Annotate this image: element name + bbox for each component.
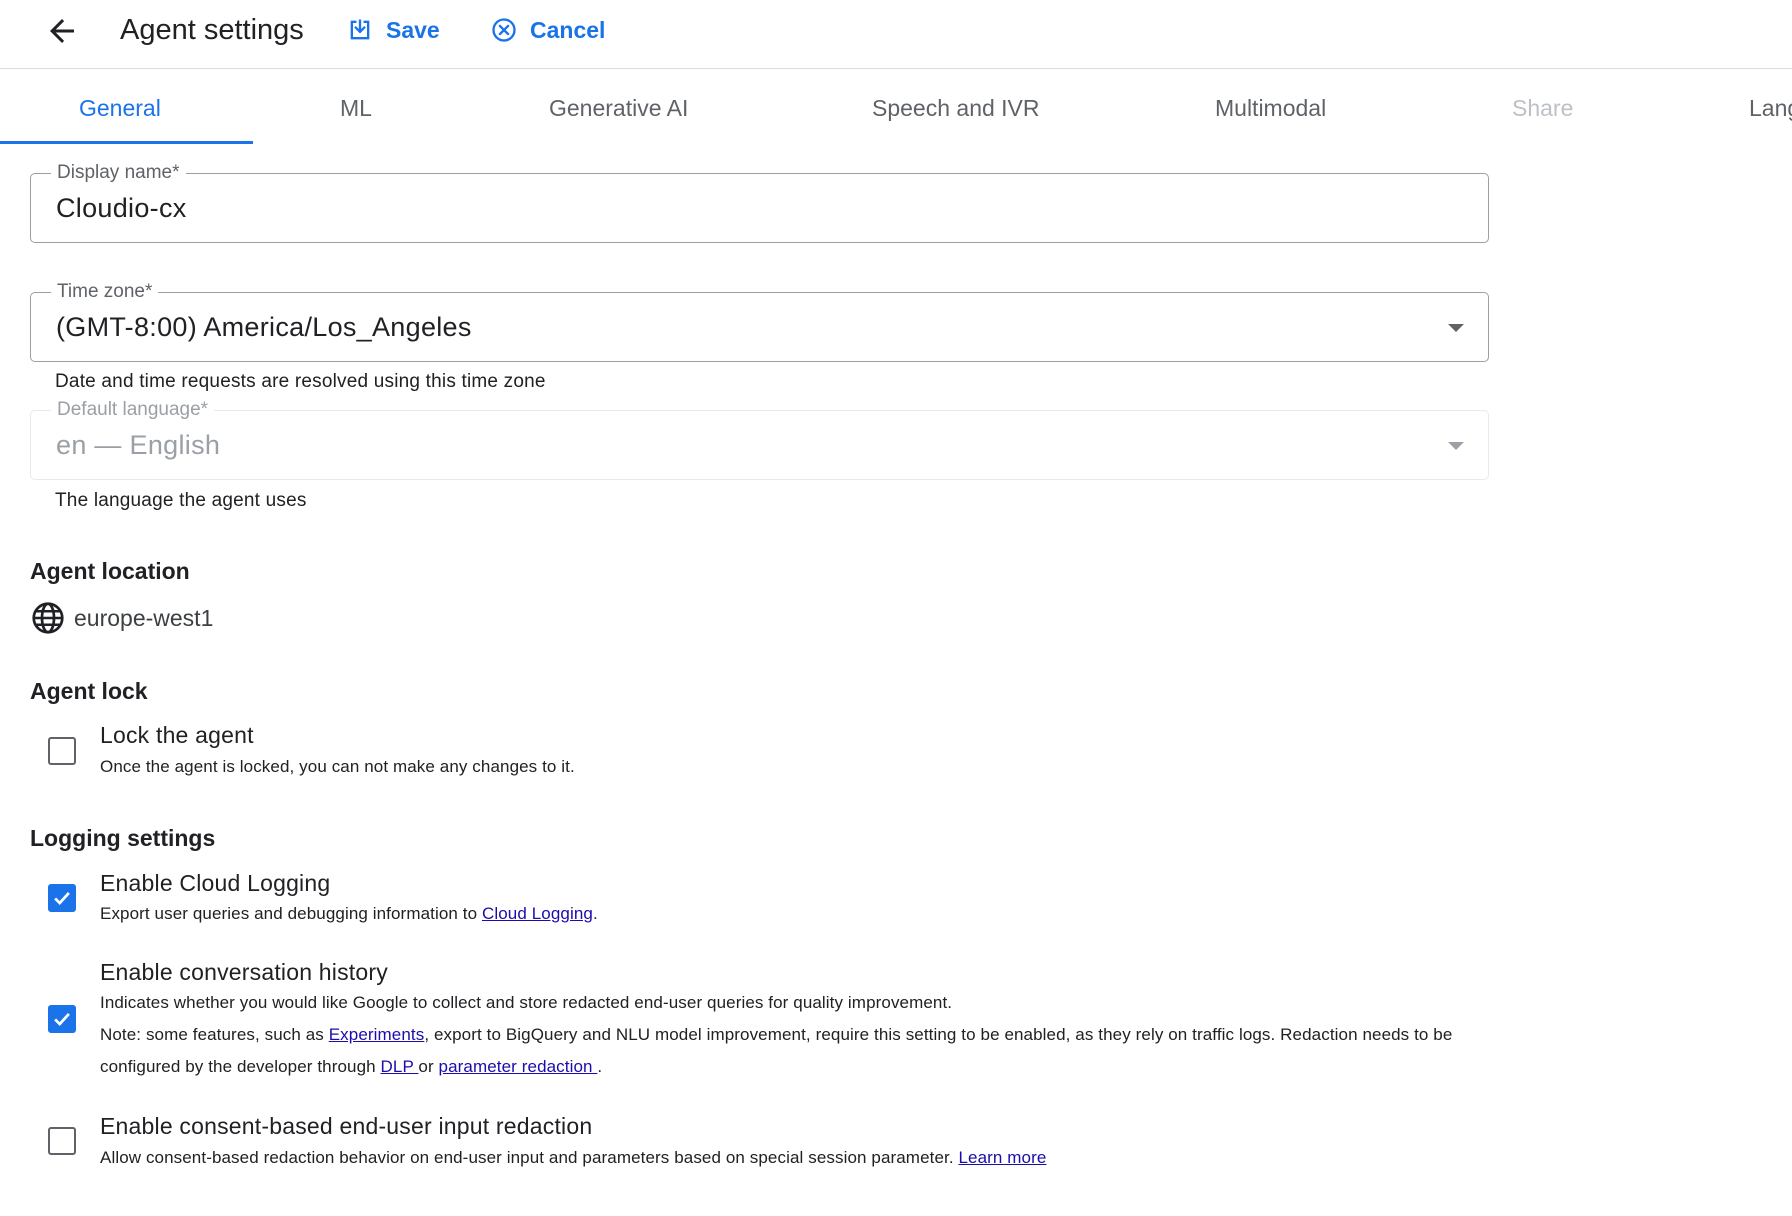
default-language-hint: The language the agent uses: [55, 490, 307, 511]
default-language-value: en — English: [56, 430, 221, 460]
top-app-bar: Agent settings Save Cancel: [0, 0, 1792, 69]
time-zone-label: Time zone*: [51, 280, 159, 304]
tab-share: Share: [1512, 95, 1574, 121]
dlp-link[interactable]: DLP: [381, 1057, 419, 1076]
note-text-2: configured by the developer through: [100, 1057, 381, 1076]
save-icon: [350, 19, 370, 40]
learn-more-link[interactable]: Learn more: [958, 1148, 1046, 1167]
cloud-logging-description: Export user queries and debugging inform…: [100, 903, 598, 925]
lock-agent-description: Once the agent is locked, you can not ma…: [100, 757, 575, 776]
display-name-label: Display name*: [51, 161, 186, 185]
display-name-field[interactable]: Display name* Cloudio-cx: [30, 161, 1489, 243]
enable-cloud-logging-checkbox[interactable]: [48, 884, 76, 912]
tab-general[interactable]: General: [79, 70, 161, 144]
page-title: Agent settings: [120, 14, 304, 46]
checkmark-icon: [54, 1013, 70, 1027]
lock-agent-label: Lock the agent: [100, 722, 254, 748]
save-button[interactable]: Save: [346, 12, 440, 48]
cloud-logging-link[interactable]: Cloud Logging: [482, 904, 593, 923]
conversation-history-description: Indicates whether you would like Google …: [100, 993, 953, 1012]
enable-conversation-history-checkbox[interactable]: [48, 1005, 76, 1033]
time-zone-select[interactable]: Time zone* (GMT-8:00) America/Los_Angele…: [30, 280, 1489, 362]
settings-tab-bar: General ML Generative AI Speech and IVR …: [0, 70, 1792, 146]
tab-generative-ai[interactable]: Generative AI: [549, 70, 688, 144]
conversation-history-note: Note: some features, such as Experiments…: [100, 1024, 1452, 1046]
time-zone-hint: Date and time requests are resolved usin…: [55, 371, 546, 392]
save-button-label: Save: [386, 16, 440, 43]
display-name-input[interactable]: Cloudio-cx: [56, 191, 187, 225]
checkmark-icon: [54, 892, 70, 906]
default-language-label: Default language*: [51, 398, 215, 422]
enable-conversation-history-label: Enable conversation history: [100, 959, 388, 985]
tab-speech-and-ivr[interactable]: Speech and IVR: [872, 70, 1040, 144]
note-text-or: or: [418, 1057, 439, 1076]
logging-settings-heading: Logging settings: [30, 825, 216, 851]
globe-icon: [32, 602, 64, 634]
default-language-select: Default language* en — English: [30, 398, 1489, 480]
agent-location-row: europe-west1: [30, 600, 213, 636]
back-button[interactable]: [40, 13, 84, 49]
cloud-logging-desc-end: .: [592, 904, 598, 923]
tab-multimodal[interactable]: Multimodal: [1215, 70, 1326, 144]
active-tab-indicator: [0, 141, 253, 144]
consent-redaction-desc-text: Allow consent-based redaction behavior o…: [100, 1148, 959, 1167]
experiments-link[interactable]: Experiments: [329, 1025, 425, 1044]
note-text-mid: , export to BigQuery and NLU model impro…: [424, 1025, 1453, 1044]
note-text: Note: some features, such as: [100, 1025, 329, 1044]
agent-location-heading: Agent location: [30, 558, 190, 584]
consent-redaction-description: Allow consent-based redaction behavior o…: [100, 1147, 1046, 1169]
tab-languages[interactable]: Lang: [1749, 70, 1792, 144]
dropdown-arrow-icon: [1448, 442, 1464, 450]
cancel-button-label: Cancel: [530, 16, 606, 43]
parameter-redaction-link[interactable]: parameter redaction: [439, 1057, 598, 1076]
tab-ml[interactable]: ML: [340, 70, 372, 144]
enable-cloud-logging-label: Enable Cloud Logging: [100, 870, 331, 896]
cloud-logging-desc-text: Export user queries and debugging inform…: [100, 904, 482, 923]
dropdown-arrow-icon[interactable]: [1448, 324, 1464, 332]
note-text-end: .: [597, 1057, 603, 1076]
agent-lock-heading: Agent lock: [30, 678, 148, 704]
enable-consent-redaction-checkbox[interactable]: [48, 1127, 76, 1155]
cancel-button[interactable]: Cancel: [490, 12, 605, 48]
time-zone-value[interactable]: (GMT-8:00) America/Los_Angeles: [56, 310, 472, 344]
conversation-history-note-continued: configured by the developer through DLP …: [100, 1056, 602, 1078]
agent-location-value: europe-west1: [74, 604, 214, 631]
arrow-back-icon: [50, 19, 74, 43]
lock-agent-checkbox[interactable]: [48, 737, 76, 765]
cancel-circle-icon: [492, 18, 516, 42]
enable-consent-redaction-label: Enable consent-based end-user input reda…: [100, 1113, 593, 1139]
